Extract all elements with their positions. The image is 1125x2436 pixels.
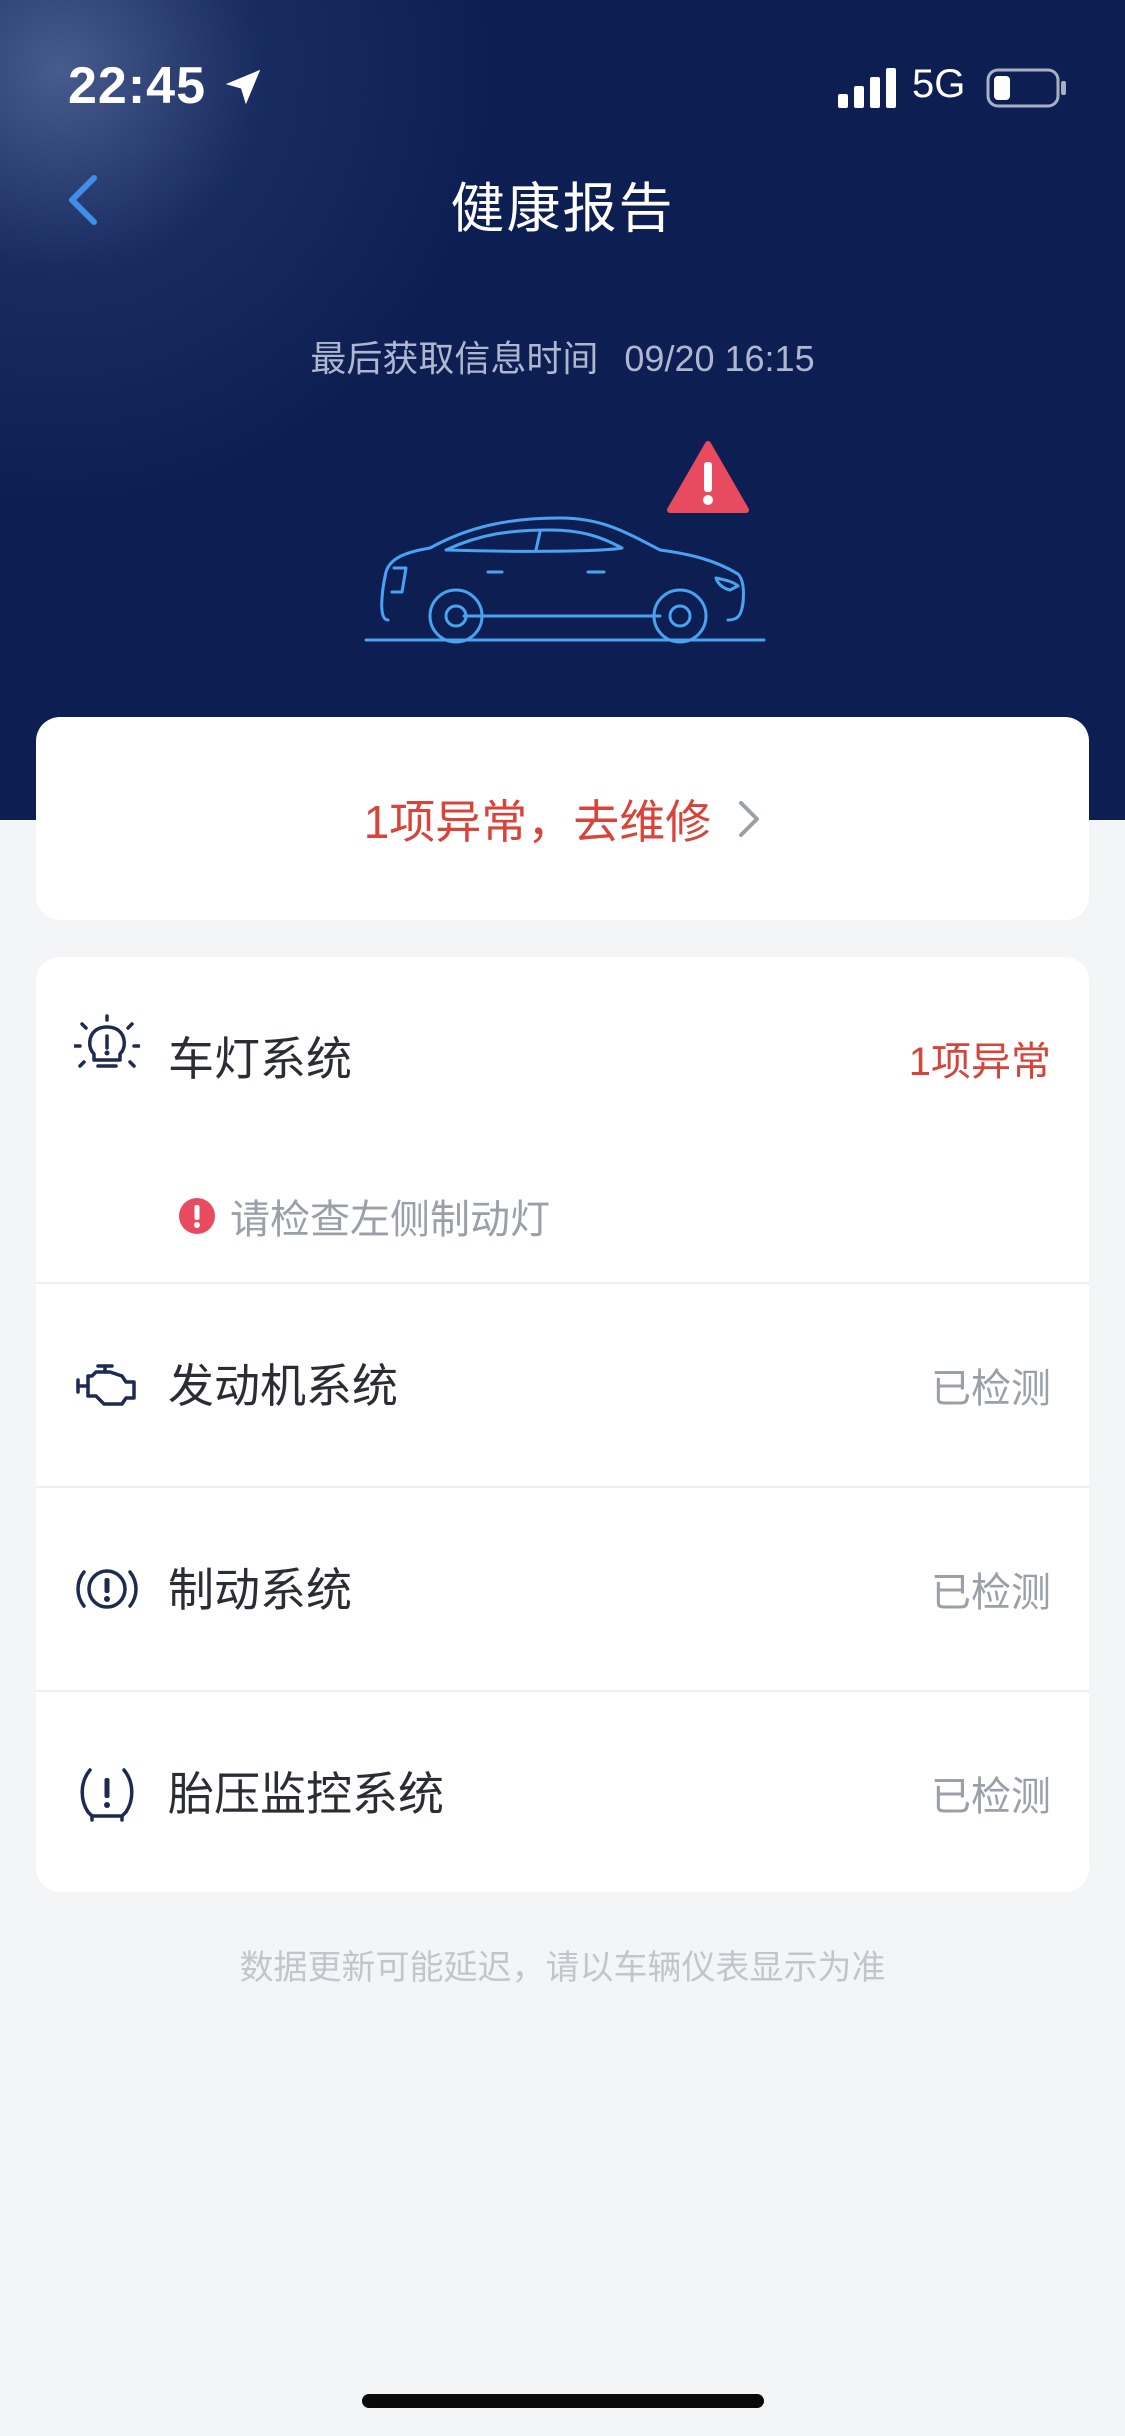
fetch-label: 最后获取信息时间 [310, 338, 599, 379]
fetch-time: 09/20 16:15 [624, 338, 815, 379]
status-time: 22:45 [68, 57, 206, 115]
list-item-brake-system[interactable]: 制动系统 已检测 [36, 1488, 1089, 1690]
list-item-tire-pressure-system[interactable]: 胎压监控系统 已检测 [36, 1692, 1089, 1892]
tire-pressure-icon [80, 1768, 134, 1822]
system-name: 制动系统 [168, 1564, 352, 1616]
system-name: 胎压监控系统 [168, 1768, 444, 1820]
system-status: 已检测 [931, 1367, 1051, 1411]
car-illustration [364, 441, 766, 644]
brake-icon [76, 1569, 138, 1609]
navigation-bar: 健康报告 [0, 150, 1125, 250]
list-item-light-system[interactable]: 车灯系统 1项异常 请检查左侧制动灯 [36, 957, 1089, 1282]
repair-summary-text: 1项异常，去维修 [363, 795, 712, 848]
chevron-right-icon [739, 800, 760, 837]
last-fetch-info: 最后获取信息时间 09/20 16:15 [0, 330, 1125, 382]
page-title: 健康报告 [450, 179, 675, 239]
footnote: 数据更新可能延迟，请以车辆仪表显示为准 [239, 1949, 886, 1987]
systems-list: 车灯系统 1项异常 请检查左侧制动灯 发动机系统 已检测 制动系统 已检测 胎压… [36, 957, 1089, 1892]
network-type: 5G [912, 62, 966, 106]
system-name: 车灯系统 [168, 1033, 352, 1085]
headlight-icon [74, 1014, 140, 1068]
location-arrow-icon [225, 69, 261, 105]
signal-icon [838, 68, 896, 108]
engine-icon [76, 1364, 136, 1406]
system-warning: 请检查左侧制动灯 [178, 1187, 550, 1245]
list-item-engine-system[interactable]: 发动机系统 已检测 [36, 1284, 1089, 1486]
status-bar: 22:45 5G [0, 0, 1125, 170]
system-status: 已检测 [931, 1571, 1051, 1615]
battery-icon [986, 68, 1066, 108]
repair-summary-card[interactable]: 1项异常，去维修 [36, 717, 1089, 920]
system-status: 已检测 [931, 1775, 1051, 1819]
system-warning-text: 请检查左侧制动灯 [230, 1198, 550, 1242]
home-indicator[interactable] [362, 2394, 764, 2408]
system-status: 1项异常 [908, 1040, 1051, 1084]
system-name: 发动机系统 [168, 1360, 398, 1412]
error-icon [179, 1198, 215, 1234]
warning-triangle-icon [667, 441, 749, 513]
